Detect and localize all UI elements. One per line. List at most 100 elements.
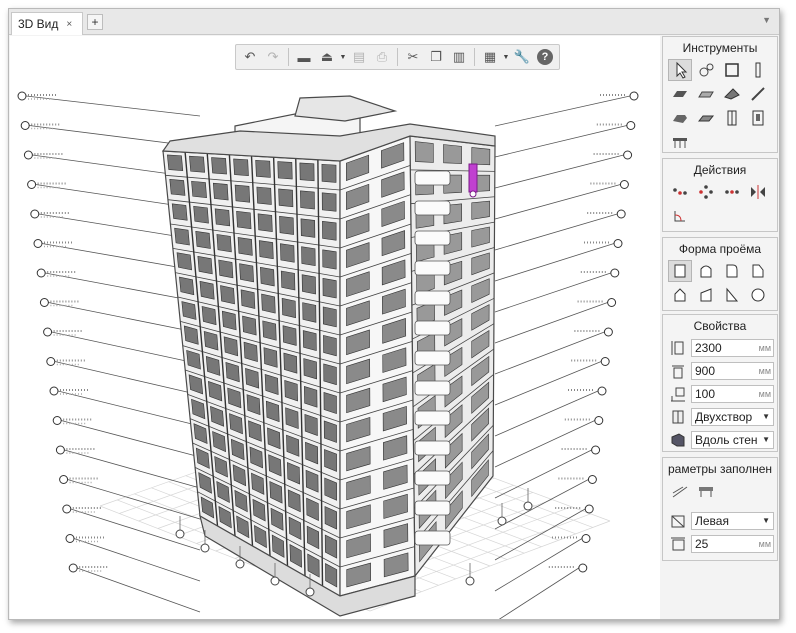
slab-icon[interactable]	[694, 83, 718, 105]
facade-window	[300, 218, 316, 238]
placement-select[interactable]: Вдоль стен ▼	[691, 431, 774, 449]
app-window: 3D Вид × + ▼ ↶ ↷ ▬ ⏏ ▼ ▤ ⎙ ✂ ❐ ▥ ▦ ▼ 🔧 ?	[8, 8, 780, 620]
cut-icon[interactable]: ✂	[402, 46, 424, 68]
stair-icon[interactable]	[668, 107, 692, 129]
facade-window	[414, 141, 434, 163]
dimension-icon[interactable]	[694, 59, 718, 81]
facade-window	[302, 302, 317, 323]
level-leader-line	[67, 479, 201, 520]
balcony	[414, 260, 451, 276]
level-marker-right	[616, 209, 626, 219]
copy-icon[interactable]: ❐	[425, 46, 447, 68]
facade-window	[169, 178, 186, 196]
mirror-icon[interactable]	[746, 181, 770, 203]
chevron-down-icon[interactable]: ▼	[762, 15, 771, 25]
add-tab-button[interactable]: +	[87, 14, 103, 30]
facade-window	[277, 161, 293, 180]
fill-option-icon[interactable]	[694, 480, 718, 502]
offset-icon[interactable]	[668, 205, 692, 227]
column-icon[interactable]	[746, 59, 770, 81]
opening-shape-panel: Форма проёма	[662, 237, 778, 311]
wall-segment-icon[interactable]	[694, 107, 718, 129]
facade-window	[211, 157, 227, 175]
facade-window	[234, 184, 251, 203]
facade-window	[179, 276, 195, 296]
facade-window	[193, 205, 209, 224]
wrench-icon[interactable]: 🔧	[511, 46, 533, 68]
help-icon[interactable]: ?	[537, 49, 553, 65]
facade-window	[239, 263, 254, 283]
facade-window	[323, 335, 337, 357]
door-icon[interactable]	[720, 107, 744, 129]
railing-icon[interactable]	[668, 131, 692, 153]
grid-axis-marker	[235, 559, 245, 569]
facade-window	[221, 310, 237, 331]
level-leader-line	[494, 449, 592, 499]
side-value: Левая	[695, 514, 729, 528]
triangle-opening-icon[interactable]	[720, 284, 744, 306]
placement-icon	[669, 431, 687, 449]
close-icon[interactable]: ×	[66, 19, 72, 30]
offset-input[interactable]: 25 мм	[691, 535, 774, 553]
redo-icon[interactable]: ↷	[262, 46, 284, 68]
building-3d-model[interactable]	[10, 36, 660, 619]
roof-icon[interactable]	[720, 83, 744, 105]
facade-window	[195, 230, 211, 249]
corner-opening-icon[interactable]	[720, 260, 744, 282]
balcony	[414, 320, 451, 336]
facade-window	[471, 147, 491, 166]
wall-icon[interactable]	[668, 83, 692, 105]
level-marker-right	[603, 327, 613, 337]
print-preview-icon[interactable]: ▤	[348, 46, 370, 68]
arch-opening-icon[interactable]	[694, 260, 718, 282]
facade-window	[260, 266, 275, 287]
open-folder-icon[interactable]: ▬	[293, 46, 315, 68]
slope-opening-icon[interactable]	[694, 284, 718, 306]
level-marker-right	[629, 91, 639, 101]
chevron-down-icon[interactable]: ▼	[502, 54, 510, 61]
sill-height-input[interactable]: 100 мм	[691, 385, 774, 403]
cursor-icon[interactable]	[668, 59, 692, 81]
facade-window	[322, 306, 337, 328]
undo-icon[interactable]: ↶	[239, 46, 261, 68]
level-leader-line	[57, 390, 201, 427]
opening-side-select[interactable]: Левая ▼	[691, 512, 774, 530]
facade-window	[302, 330, 317, 352]
level-leader-line	[48, 302, 201, 334]
chevron-down-icon[interactable]: ▼	[339, 54, 347, 61]
paste-icon[interactable]: ▥	[448, 46, 470, 68]
view-settings-icon[interactable]: ▦	[479, 46, 501, 68]
copy-array-icon[interactable]	[720, 181, 744, 203]
tab-3d-view[interactable]: 3D Вид ×	[11, 12, 83, 35]
width-input[interactable]: 900 мм	[691, 362, 774, 380]
pentagon-opening-icon[interactable]	[668, 284, 692, 306]
level-marker-right	[613, 239, 623, 248]
actions-panel: Действия	[662, 158, 778, 232]
facade-window	[301, 274, 316, 295]
rect-opening-icon[interactable]	[668, 260, 692, 282]
move-icon[interactable]	[668, 181, 692, 203]
level-leader-line	[494, 331, 605, 375]
facade-window	[242, 315, 257, 336]
grid-axis-marker	[497, 516, 507, 526]
level-marker-left	[62, 504, 72, 514]
level-marker-right	[578, 563, 588, 573]
print-icon[interactable]: ⎙	[371, 46, 393, 68]
facade-window	[197, 255, 213, 275]
window-icon[interactable]	[746, 107, 770, 129]
trapezoid-opening-icon[interactable]	[746, 260, 770, 282]
box-icon[interactable]	[720, 59, 744, 81]
level-marker-left	[30, 209, 40, 219]
fill-option-icon[interactable]	[668, 480, 692, 502]
window-type-select[interactable]: Двухствор ▼	[691, 408, 774, 426]
3d-viewport[interactable]: ↶ ↷ ▬ ⏏ ▼ ▤ ⎙ ✂ ❐ ▥ ▦ ▼ 🔧 ?	[10, 36, 660, 619]
level-marker-right	[594, 416, 604, 425]
level-marker-left	[20, 121, 30, 130]
fill-parameters-panel: раметры заполнен Левая ▼ 25 мм	[662, 457, 778, 561]
circle-opening-icon[interactable]	[746, 284, 770, 306]
beam-icon[interactable]	[746, 83, 770, 105]
height-row: 2300 мм	[663, 337, 777, 359]
height-input[interactable]: 2300 мм	[691, 339, 774, 357]
rotate-icon[interactable]	[694, 181, 718, 203]
save-icon[interactable]: ⏏	[316, 46, 338, 68]
